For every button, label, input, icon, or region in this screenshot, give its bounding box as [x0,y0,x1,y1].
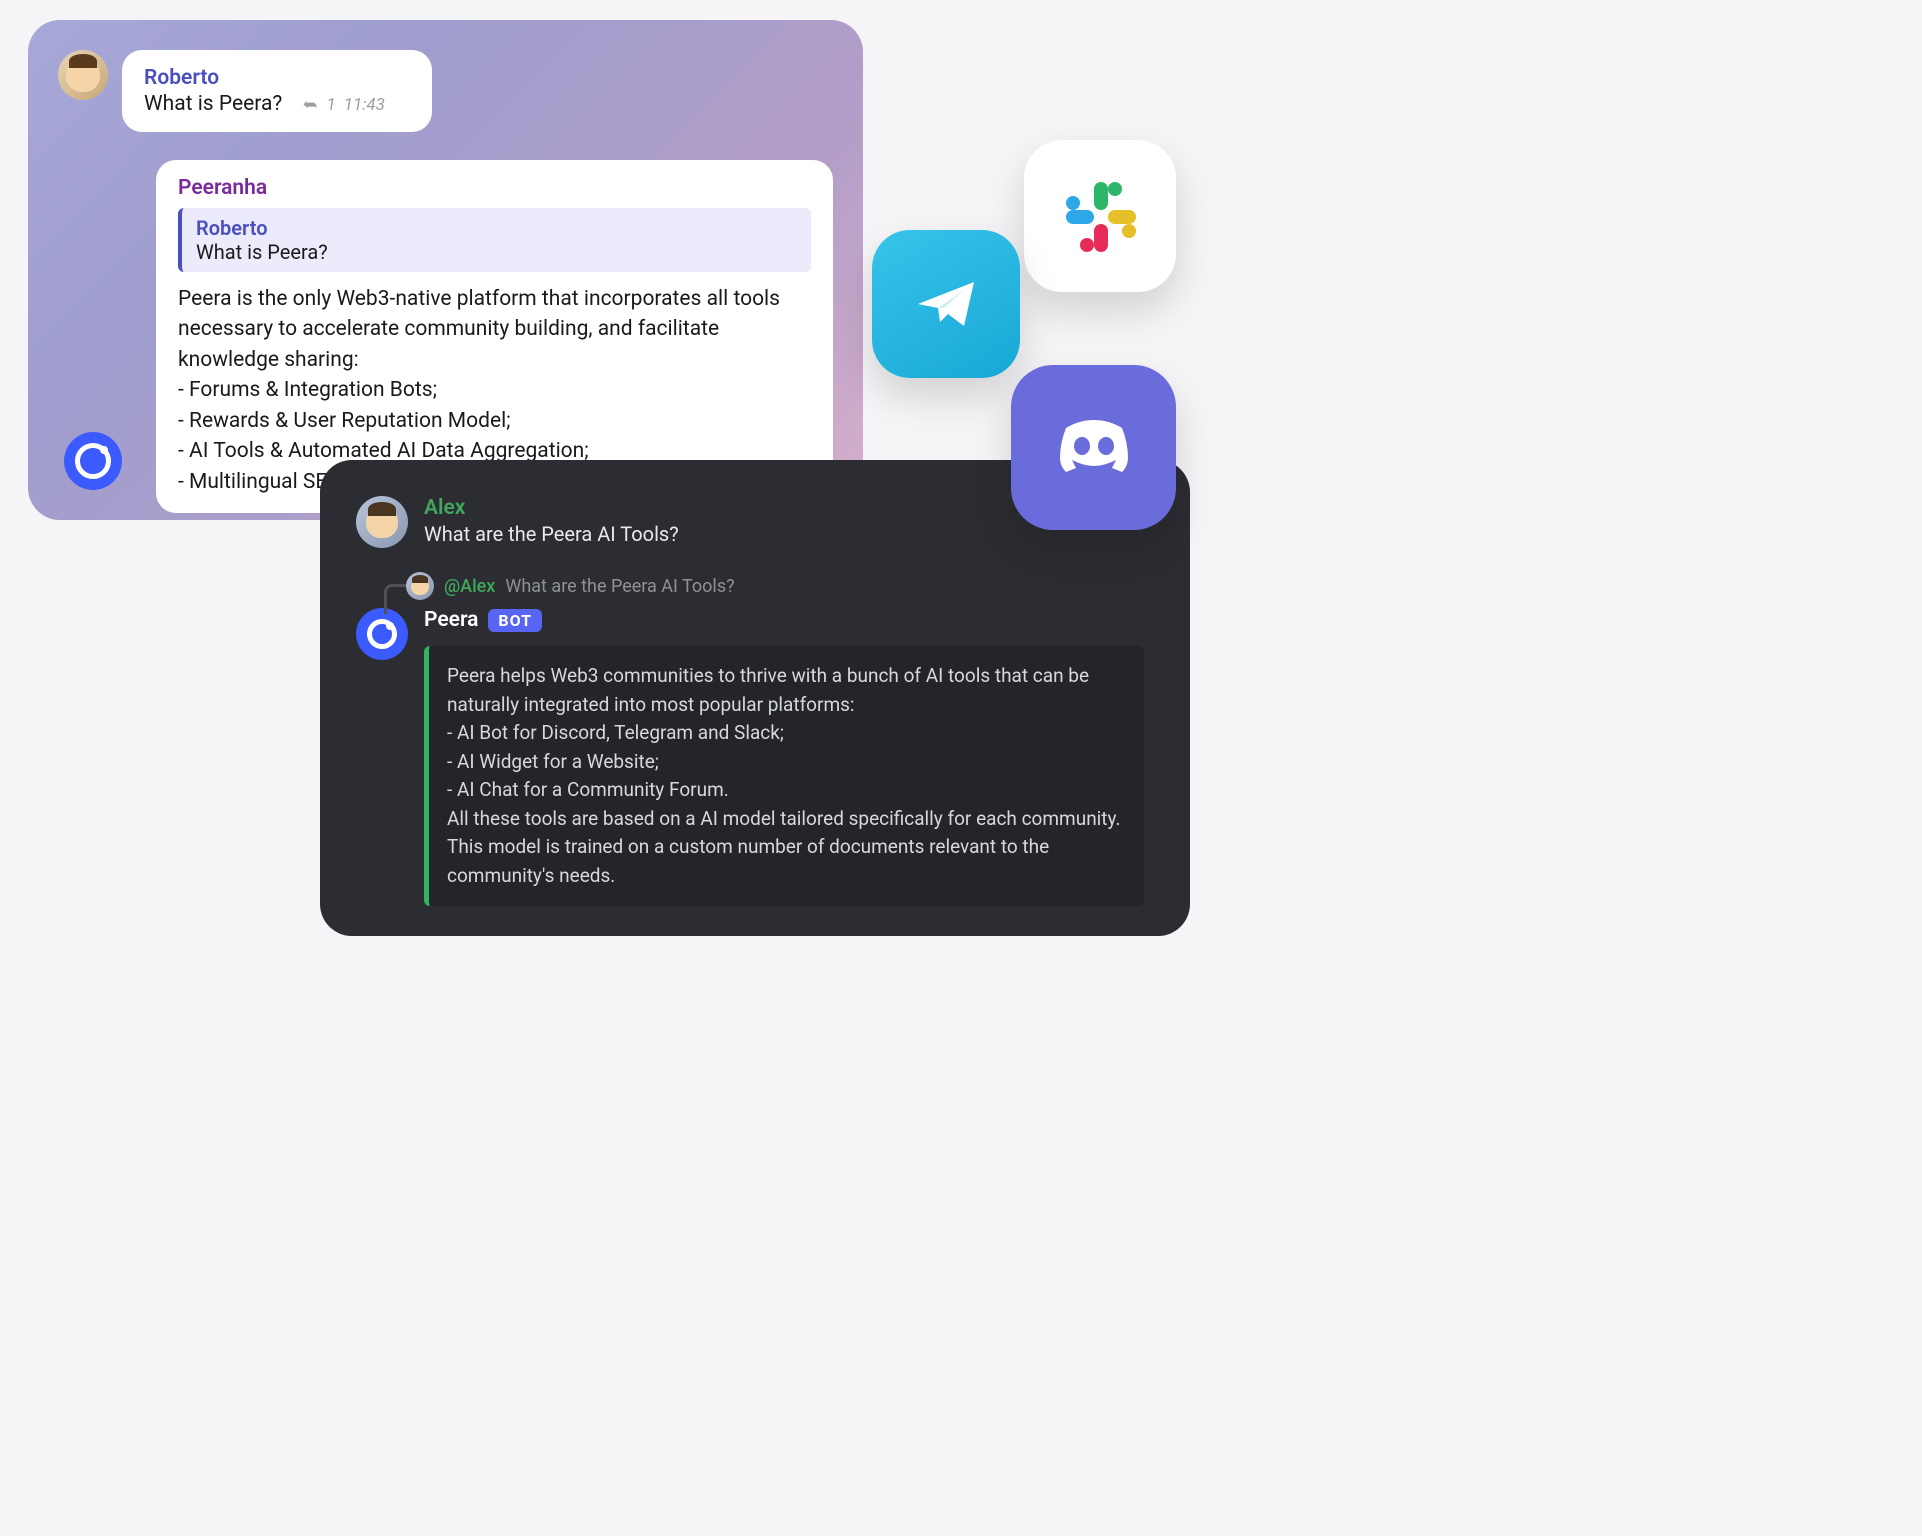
message-sender-name: Roberto [144,66,410,90]
discord-reply-reference: @Alex What are the Peera AI Tools? [406,572,1154,600]
message-text: What is Peera? [144,92,282,116]
quote-text: What is Peera? [196,240,797,264]
reply-mention: @Alex [444,576,495,597]
telegram-message-1: Roberto What is Peera? ➦ 1 11:43 [58,50,833,146]
avatar-alex-small [406,572,434,600]
avatar-alex [356,496,408,548]
quoted-message: Roberto What is Peera? [178,208,811,272]
message-time: 11:43 [344,95,385,115]
bot-badge: BOT [488,609,542,632]
message-sender-name: Alex [424,496,679,520]
reply-count: 1 [327,95,336,115]
peera-bot-avatar-icon [356,608,408,660]
message-meta: ➦ 1 11:43 [304,95,385,115]
telegram-bubble-1: Roberto What is Peera? ➦ 1 11:43 [122,50,432,132]
reply-connector-icon [384,584,406,614]
avatar-roberto [58,50,108,100]
quote-sender: Roberto [196,216,797,240]
discord-icon [1011,365,1176,530]
peera-avatar-icon [64,432,122,490]
slack-icon [1024,140,1176,292]
telegram-chat-card: Roberto What is Peera? ➦ 1 11:43 Peeranh… [28,20,863,520]
bot-embed: Peera helps Web3 communities to thrive w… [424,646,1144,906]
reply-quoted-text: What are the Peera AI Tools? [505,576,734,597]
telegram-icon [872,230,1020,378]
discord-bot-message: Peera BOT Peera helps Web3 communities t… [356,608,1154,906]
reply-arrow-icon: ➦ [304,95,318,115]
bot-response-body: Peera helps Web3 communities to thrive w… [447,662,1126,890]
bot-name: Peera [424,608,478,632]
message-text: What are the Peera AI Tools? [424,522,679,546]
bot-header: Peera BOT [424,608,1154,632]
bot-sender-name: Peeranha [178,176,811,200]
discord-chat-card: Alex What are the Peera AI Tools? @Alex … [320,460,1190,936]
